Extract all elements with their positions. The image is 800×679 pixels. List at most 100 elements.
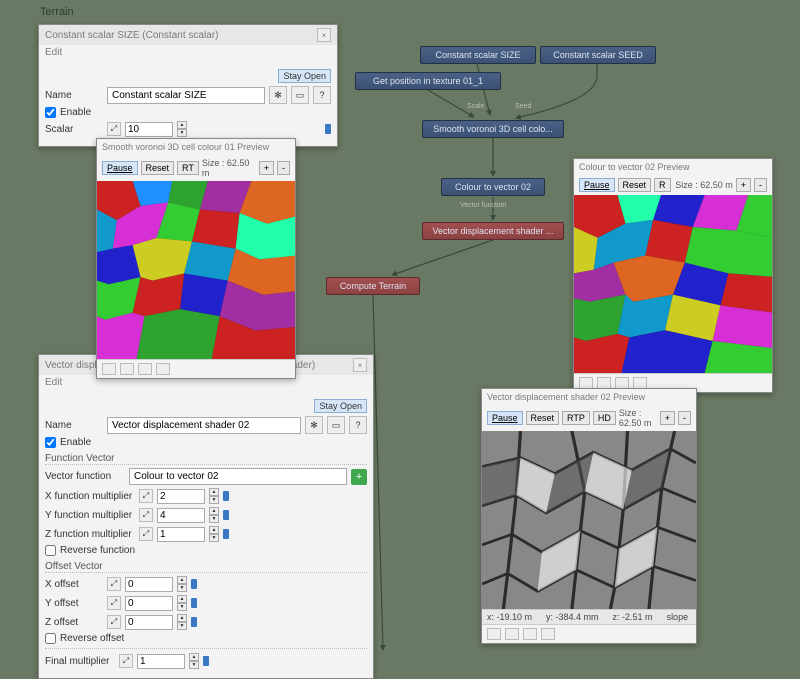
revoff-label: Reverse offset xyxy=(60,633,124,644)
scalar-spinner[interactable]: ▲▼ xyxy=(177,121,187,137)
xmul-input[interactable] xyxy=(157,489,205,504)
footer-icon[interactable] xyxy=(120,363,134,375)
final-label: Final multiplier xyxy=(45,656,115,667)
plus-button[interactable]: + xyxy=(259,161,274,175)
preview-footer xyxy=(97,359,295,378)
zo-slider[interactable] xyxy=(191,617,197,627)
axis-icon[interactable]: ⤢ xyxy=(119,654,133,668)
rt-button[interactable]: RT xyxy=(177,161,199,175)
zmul-slider[interactable] xyxy=(223,529,229,539)
minus-button[interactable]: - xyxy=(678,411,691,425)
close-icon[interactable]: × xyxy=(353,358,367,372)
preview-vds-title: Vector displacement shader 02 Preview xyxy=(487,392,645,402)
footer-icon[interactable] xyxy=(523,628,537,640)
help-icon[interactable]: ? xyxy=(313,86,331,104)
minus-button[interactable]: - xyxy=(277,161,290,175)
coord-x: x: -19.10 m xyxy=(487,612,532,622)
reset-button[interactable]: Reset xyxy=(526,411,560,425)
close-icon[interactable]: × xyxy=(317,28,331,42)
preview-footer xyxy=(482,624,696,643)
zmul-spinner[interactable]: ▲▼ xyxy=(209,526,219,542)
footer-icon[interactable] xyxy=(487,628,501,640)
node-compute-terrain[interactable]: Compute Terrain xyxy=(326,277,420,295)
scalar-slider[interactable] xyxy=(325,124,331,134)
enable-label: Enable xyxy=(60,437,91,448)
edge-label-scale: Scale xyxy=(467,103,485,110)
coord-slope: slope xyxy=(667,612,689,622)
footer-icon[interactable] xyxy=(156,363,170,375)
axis-icon[interactable]: ⤢ xyxy=(139,527,153,541)
node-colour-to-vector[interactable]: Colour to vector 02 xyxy=(441,178,545,196)
axis-icon[interactable]: ⤢ xyxy=(107,615,121,629)
reset-button[interactable]: Reset xyxy=(141,161,175,175)
reset-button[interactable]: Reset xyxy=(618,178,652,192)
ymul-spinner[interactable]: ▲▼ xyxy=(209,507,219,523)
yo-input[interactable] xyxy=(125,596,173,611)
xo-slider[interactable] xyxy=(191,579,197,589)
xmul-spinner[interactable]: ▲▼ xyxy=(209,488,219,504)
footer-icon[interactable] xyxy=(102,363,116,375)
preview-size-label: Size : 62.50 m xyxy=(675,180,733,190)
r-button[interactable]: R xyxy=(654,178,671,192)
name-input[interactable] xyxy=(107,87,265,104)
enable-checkbox[interactable] xyxy=(45,437,56,448)
gear-icon[interactable]: ✻ xyxy=(269,86,287,104)
coord-y: y: -384.4 mm xyxy=(546,612,599,622)
xmul-slider[interactable] xyxy=(223,491,229,501)
scalar-label: Scalar xyxy=(45,124,103,135)
vecfn-input[interactable] xyxy=(129,468,347,485)
link-icon[interactable]: ▭ xyxy=(327,416,345,434)
help-icon[interactable]: ? xyxy=(349,416,367,434)
minus-button[interactable]: - xyxy=(754,178,767,192)
hd-button[interactable]: HD xyxy=(593,411,616,425)
ymul-input[interactable] xyxy=(157,508,205,523)
axis-icon[interactable]: ⤢ xyxy=(107,577,121,591)
plus-button[interactable]: + xyxy=(736,178,751,192)
xo-spinner[interactable]: ▲▼ xyxy=(177,576,187,592)
pause-button[interactable]: Pause xyxy=(487,411,523,425)
stay-open-button[interactable]: Stay Open xyxy=(314,399,367,413)
name-input[interactable] xyxy=(107,417,301,434)
node-constant-scalar-size[interactable]: Constant scalar SIZE xyxy=(420,46,536,64)
yo-spinner[interactable]: ▲▼ xyxy=(177,595,187,611)
xo-input[interactable] xyxy=(125,577,173,592)
gear-icon[interactable]: ✻ xyxy=(305,416,323,434)
final-slider[interactable] xyxy=(203,656,209,666)
footer-icon[interactable] xyxy=(138,363,152,375)
name-label: Name xyxy=(45,420,103,431)
axis-icon[interactable]: ⤢ xyxy=(107,122,121,136)
zo-input[interactable] xyxy=(125,615,173,630)
zmul-label: Z function multiplier xyxy=(45,529,135,540)
group-offset-vector: Offset Vector xyxy=(45,561,367,573)
pause-button[interactable]: Pause xyxy=(102,161,138,175)
axis-icon[interactable]: ⤢ xyxy=(139,508,153,522)
node-get-position[interactable]: Get position in texture 01_1 xyxy=(355,72,501,90)
panel-size-title: Constant scalar SIZE (Constant scalar) xyxy=(45,30,218,41)
preview-c2v-title: Colour to vector 02 Preview xyxy=(579,162,690,172)
revfn-checkbox[interactable] xyxy=(45,545,56,556)
stay-open-button[interactable]: Stay Open xyxy=(278,69,331,83)
scalar-input[interactable] xyxy=(125,122,173,137)
preview-voronoi-title: Smooth voronoi 3D cell colour 01 Preview xyxy=(102,142,269,152)
final-spinner[interactable]: ▲▼ xyxy=(189,653,199,669)
rtp-button[interactable]: RTP xyxy=(562,411,590,425)
link-icon[interactable]: ▭ xyxy=(291,86,309,104)
add-button[interactable]: + xyxy=(351,469,367,485)
node-vector-displacement-shader[interactable]: Vector displacement shader ... xyxy=(422,222,564,240)
plus-button[interactable]: + xyxy=(660,411,675,425)
zmul-input[interactable] xyxy=(157,527,205,542)
footer-icon[interactable] xyxy=(541,628,555,640)
yo-slider[interactable] xyxy=(191,598,197,608)
pause-button[interactable]: Pause xyxy=(579,178,615,192)
node-smooth-voronoi[interactable]: Smooth voronoi 3D cell colo... xyxy=(422,120,564,138)
zo-spinner[interactable]: ▲▼ xyxy=(177,614,187,630)
axis-icon[interactable]: ⤢ xyxy=(107,596,121,610)
preview-voronoi: Smooth voronoi 3D cell colour 01 Preview… xyxy=(96,138,296,379)
node-constant-scalar-seed[interactable]: Constant scalar SEED xyxy=(540,46,656,64)
ymul-slider[interactable] xyxy=(223,510,229,520)
axis-icon[interactable]: ⤢ xyxy=(139,489,153,503)
coord-bar: x: -19.10 m y: -384.4 mm z: -2.51 m slop… xyxy=(482,609,696,624)
enable-checkbox[interactable] xyxy=(45,107,56,118)
footer-icon[interactable] xyxy=(505,628,519,640)
revoff-checkbox[interactable] xyxy=(45,633,56,644)
